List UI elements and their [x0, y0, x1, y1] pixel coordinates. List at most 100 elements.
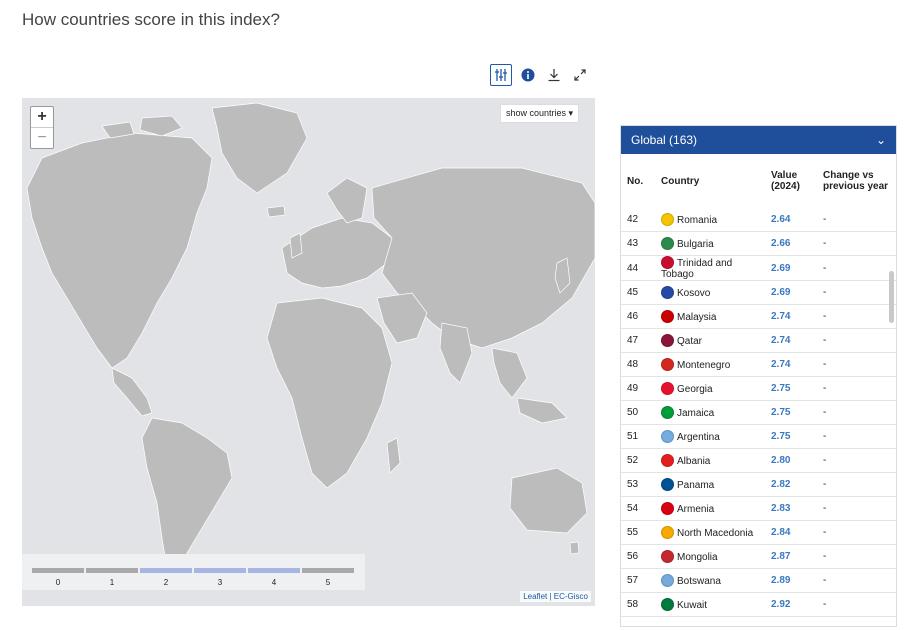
map-toolbar [490, 64, 590, 86]
flag-icon [661, 478, 674, 491]
value-cell: 2.75 [765, 400, 817, 425]
table-row[interactable]: 54 Armenia 2.83- [621, 496, 896, 521]
value-cell: 2.80 [765, 448, 817, 473]
change-cell: - [817, 496, 896, 521]
download-icon[interactable] [544, 65, 564, 85]
country-cell: Armenia [655, 496, 765, 521]
value-cell: 2.75 [765, 424, 817, 449]
legend-label: 1 [109, 578, 115, 587]
value-cell: 2.64 [765, 208, 817, 232]
country-cell: Botswana [655, 568, 765, 593]
table-row[interactable]: 53 Panama 2.82- [621, 472, 896, 497]
value-cell: 2.74 [765, 304, 817, 329]
value-cell: 2.89 [765, 568, 817, 593]
table-row[interactable]: 51 Argentina 2.75- [621, 424, 896, 449]
change-cell: - [817, 400, 896, 425]
legend-label: 0 [55, 578, 61, 587]
col-header-no: No. [627, 175, 644, 187]
value-cell: 2.82 [765, 472, 817, 497]
value-cell: 2.69 [765, 280, 817, 305]
show-countries-dropdown[interactable]: show countries ▾ [499, 104, 579, 123]
value-cell: 2.66 [765, 231, 817, 256]
flag-icon [661, 358, 674, 371]
table-row[interactable]: 46 Malaysia 2.74- [621, 304, 896, 329]
ranking-panel: Global (163) ⌄ No. Country Value (2024) … [620, 125, 897, 627]
value-cell: 2.75 [765, 376, 817, 401]
info-icon[interactable] [518, 65, 538, 85]
table-row[interactable]: 45 Kosovo 2.69- [621, 280, 896, 305]
table-row[interactable]: 52 Albania 2.80- [621, 448, 896, 473]
change-cell: - [817, 544, 896, 569]
country-name: Montenegro [677, 360, 731, 371]
rank-cell: 45 [621, 280, 655, 305]
legend-bin-0-1 [32, 568, 84, 573]
zoom-in-button[interactable]: + [31, 107, 53, 127]
map-countries [26, 102, 595, 577]
legend-label: 5 [325, 578, 331, 587]
region-selector[interactable]: Global (163) ⌄ [621, 126, 896, 154]
col-header-change: Change vs previous year [823, 170, 889, 192]
value-cell: 2.74 [765, 328, 817, 353]
map-legend: 0 1 2 3 4 5 [22, 554, 365, 590]
chevron-down-icon: ⌄ [875, 133, 886, 147]
country-cell: Argentina [655, 424, 765, 449]
legend-bin-3-4 [194, 568, 246, 573]
table-row[interactable]: 47 Qatar 2.74- [621, 328, 896, 353]
table-row[interactable]: 58 Kuwait 2.92- [621, 592, 896, 617]
country-cell: Montenegro [655, 352, 765, 377]
table-row[interactable]: 57 Botswana 2.89- [621, 568, 896, 593]
legend-bin-4-5 [248, 568, 300, 573]
table-row[interactable]: 44 Trinidad and Tobago 2.69- [621, 255, 896, 281]
country-name: Bulgaria [677, 239, 714, 250]
country-cell: Trinidad and Tobago [655, 255, 765, 281]
rank-cell: 55 [621, 520, 655, 545]
rank-cell: 53 [621, 472, 655, 497]
zoom-out-button[interactable]: − [31, 127, 53, 148]
country-name: Romania [677, 215, 718, 226]
rank-cell: 57 [621, 568, 655, 593]
rank-cell: 47 [621, 328, 655, 353]
legend-bin-5 [302, 568, 354, 573]
legend-bin-2-3 [140, 568, 192, 573]
country-cell: Bulgaria [655, 231, 765, 256]
country-name: Panama [677, 480, 715, 491]
change-cell: - [817, 376, 896, 401]
rank-cell: 42 [621, 208, 655, 232]
change-cell: - [817, 280, 896, 305]
flag-icon [661, 550, 674, 563]
table-row[interactable]: 55 North Macedonia 2.84- [621, 520, 896, 545]
expand-icon[interactable] [570, 65, 590, 85]
country-cell: Malaysia [655, 304, 765, 329]
country-name: Botswana [677, 576, 721, 587]
country-name: Qatar [677, 336, 703, 347]
table-row[interactable]: 56 Mongolia 2.87- [621, 544, 896, 569]
table-row[interactable]: 49 Georgia 2.75- [621, 376, 896, 401]
ranking-table: No. Country Value (2024) Change vs previ… [621, 154, 896, 617]
value-cell: 2.74 [765, 352, 817, 377]
table-row[interactable]: 42 Romania 2.64- [621, 208, 896, 232]
change-cell: - [817, 304, 896, 329]
rank-cell: 49 [621, 376, 655, 401]
flag-icon [661, 213, 674, 226]
sliders-icon[interactable] [490, 64, 512, 86]
flag-icon [661, 526, 674, 539]
flag-icon [661, 237, 674, 250]
legend-label: 2 [163, 578, 169, 587]
country-name: Mongolia [677, 552, 718, 563]
table-scrollbar[interactable] [889, 271, 894, 323]
page-title: How countries score in this index? [22, 10, 280, 29]
flag-icon [661, 598, 674, 611]
country-name: Georgia [677, 384, 713, 395]
country-cell: Kuwait [655, 592, 765, 617]
change-cell: - [817, 328, 896, 353]
rank-cell: 51 [621, 424, 655, 449]
legend-bin-1-2 [86, 568, 138, 573]
world-map[interactable]: + − show countries ▾ 0 1 2 3 4 5 Leaflet… [22, 98, 595, 606]
map-attribution[interactable]: Leaflet | EC-Gisco [520, 591, 591, 602]
change-cell: - [817, 568, 896, 593]
region-label: Global (163) [631, 133, 698, 147]
table-row[interactable]: 50 Jamaica 2.75- [621, 400, 896, 425]
table-row[interactable]: 48 Montenegro 2.74- [621, 352, 896, 377]
change-cell: - [817, 592, 896, 617]
table-row[interactable]: 43 Bulgaria 2.66- [621, 231, 896, 256]
